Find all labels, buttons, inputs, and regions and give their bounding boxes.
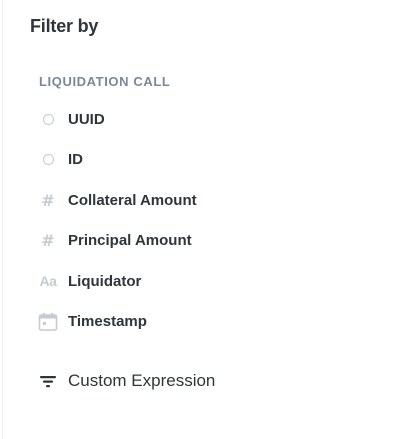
field-item-liquidator[interactable]: Aa Liquidator: [3, 261, 400, 302]
field-label: Timestamp: [68, 313, 147, 331]
field-label: Liquidator: [68, 272, 142, 290]
field-label: UUID: [68, 110, 105, 128]
calendar-icon: [38, 312, 58, 332]
filter-lines-icon: [38, 371, 58, 391]
text-aa-icon: Aa: [39, 273, 57, 290]
field-item-uuid[interactable]: UUID: [3, 99, 400, 140]
field-label: Collateral Amount: [68, 191, 197, 209]
hash-icon: #: [41, 231, 55, 251]
circle-id-icon: [38, 109, 58, 129]
field-list: UUID ID # Collateral Amount # Principal …: [3, 99, 400, 342]
field-item-id[interactable]: ID: [3, 140, 400, 181]
field-item-principal-amount[interactable]: # Principal Amount: [3, 221, 400, 262]
custom-expression-button[interactable]: Custom Expression: [3, 366, 400, 396]
filter-panel: Filter by LIQUIDATION CALL UUID ID # Col…: [2, 0, 400, 439]
field-label: ID: [68, 151, 83, 169]
section-label: LIQUIDATION CALL: [39, 74, 171, 89]
hash-icon: #: [41, 190, 55, 210]
field-item-timestamp[interactable]: Timestamp: [3, 302, 400, 343]
circle-id-icon: [38, 150, 58, 170]
panel-title: Filter by: [30, 16, 99, 36]
field-item-collateral-amount[interactable]: # Collateral Amount: [3, 180, 400, 221]
custom-expression-label: Custom Expression: [68, 371, 216, 390]
field-label: Principal Amount: [68, 232, 192, 250]
